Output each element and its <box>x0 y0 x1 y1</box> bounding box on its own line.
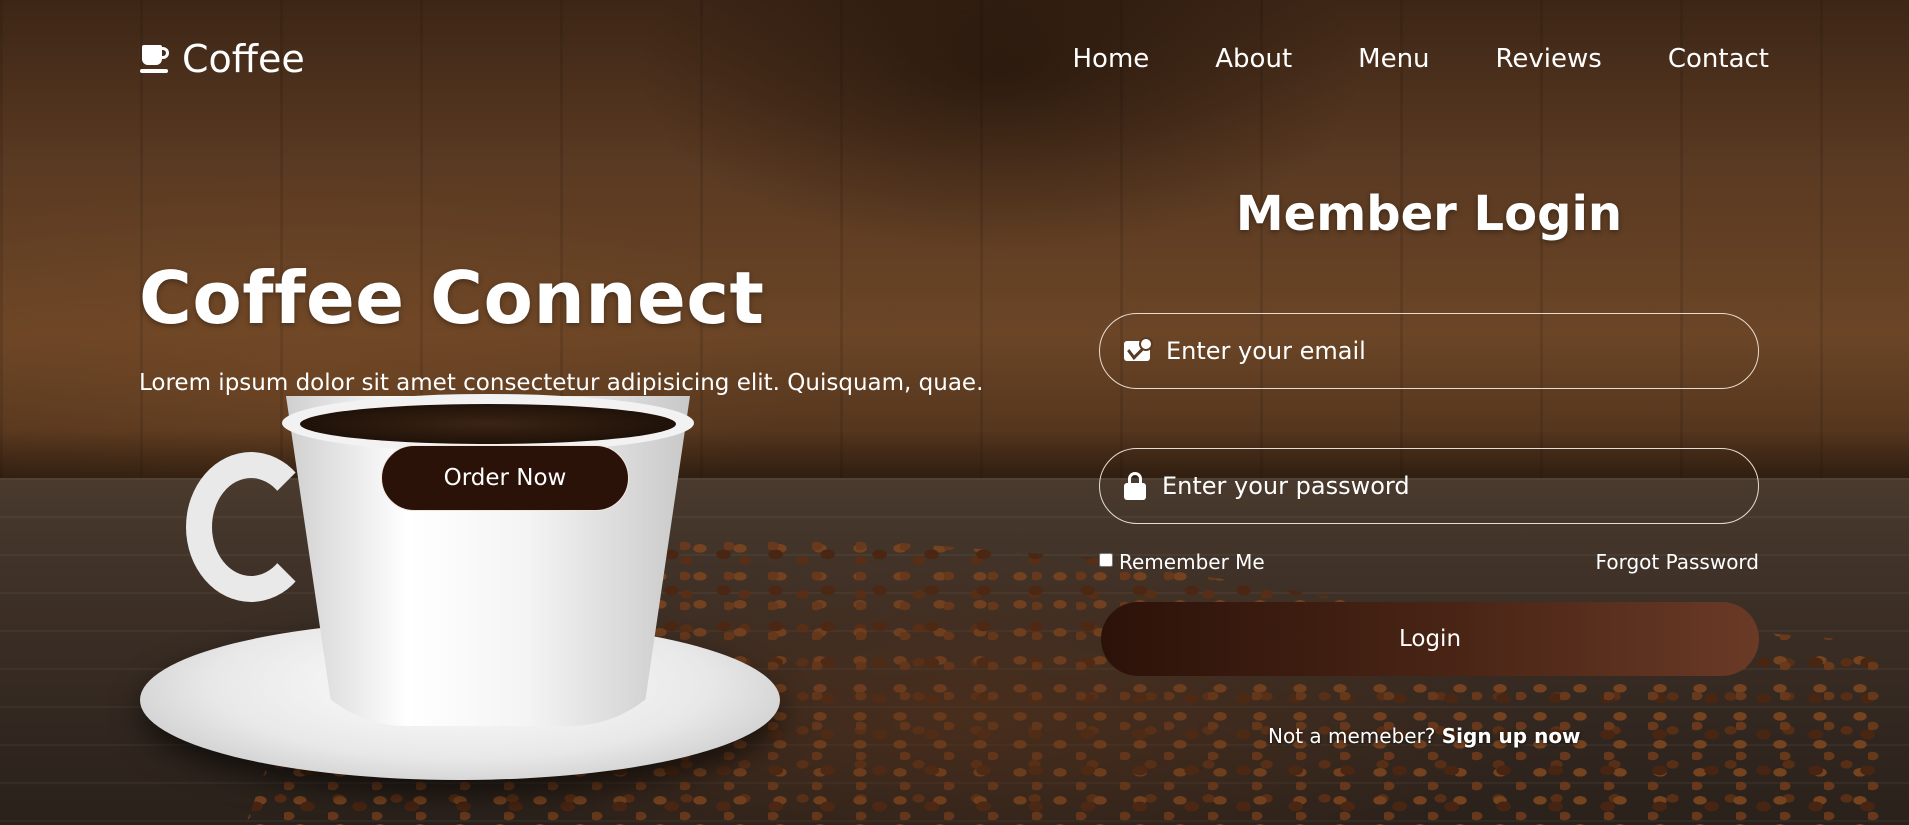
login-form: Member Login Remember Me Forgot Password <box>1099 186 1759 574</box>
password-input[interactable] <box>1162 472 1758 500</box>
remember-me-label: Remember Me <box>1119 550 1265 574</box>
site-header: Coffee Home About Menu Reviews Contact <box>0 0 1909 124</box>
order-now-button[interactable]: Order Now <box>381 445 629 511</box>
main-nav: Home About Menu Reviews Contact <box>1072 44 1769 74</box>
signup-text: Not a memeber? <box>1268 724 1436 748</box>
nav-about[interactable]: About <box>1215 44 1292 74</box>
envelope-icon <box>1124 337 1153 361</box>
remember-me[interactable]: Remember Me <box>1099 550 1265 574</box>
coffee-cup-icon <box>140 43 170 75</box>
cup-handle <box>186 452 316 602</box>
signup-link[interactable]: Sign up now <box>1442 724 1581 748</box>
login-button[interactable]: Login <box>1101 602 1759 676</box>
hero-title: Coffee Connect <box>139 256 765 340</box>
email-field[interactable] <box>1099 313 1759 389</box>
nav-menu[interactable]: Menu <box>1358 44 1429 74</box>
nav-contact[interactable]: Contact <box>1668 44 1769 74</box>
nav-home[interactable]: Home <box>1072 44 1149 74</box>
remember-me-checkbox[interactable] <box>1099 553 1113 567</box>
lock-icon <box>1124 472 1146 500</box>
brand-logo[interactable]: Coffee <box>140 37 305 81</box>
brand-name: Coffee <box>182 37 305 81</box>
password-field[interactable] <box>1099 448 1759 524</box>
email-input[interactable] <box>1166 337 1758 365</box>
hero-section: Coffee Connect Lorem ipsum dolor sit ame… <box>139 256 1039 396</box>
signup-prompt: Not a memeber? Sign up now <box>1268 724 1581 748</box>
nav-reviews[interactable]: Reviews <box>1496 44 1602 74</box>
coffee-surface <box>300 404 676 444</box>
login-title: Member Login <box>1235 186 1623 242</box>
forgot-password-link[interactable]: Forgot Password <box>1596 550 1759 574</box>
hero-subtitle: Lorem ipsum dolor sit amet consectetur a… <box>139 370 984 396</box>
login-options: Remember Me Forgot Password <box>1099 550 1759 574</box>
